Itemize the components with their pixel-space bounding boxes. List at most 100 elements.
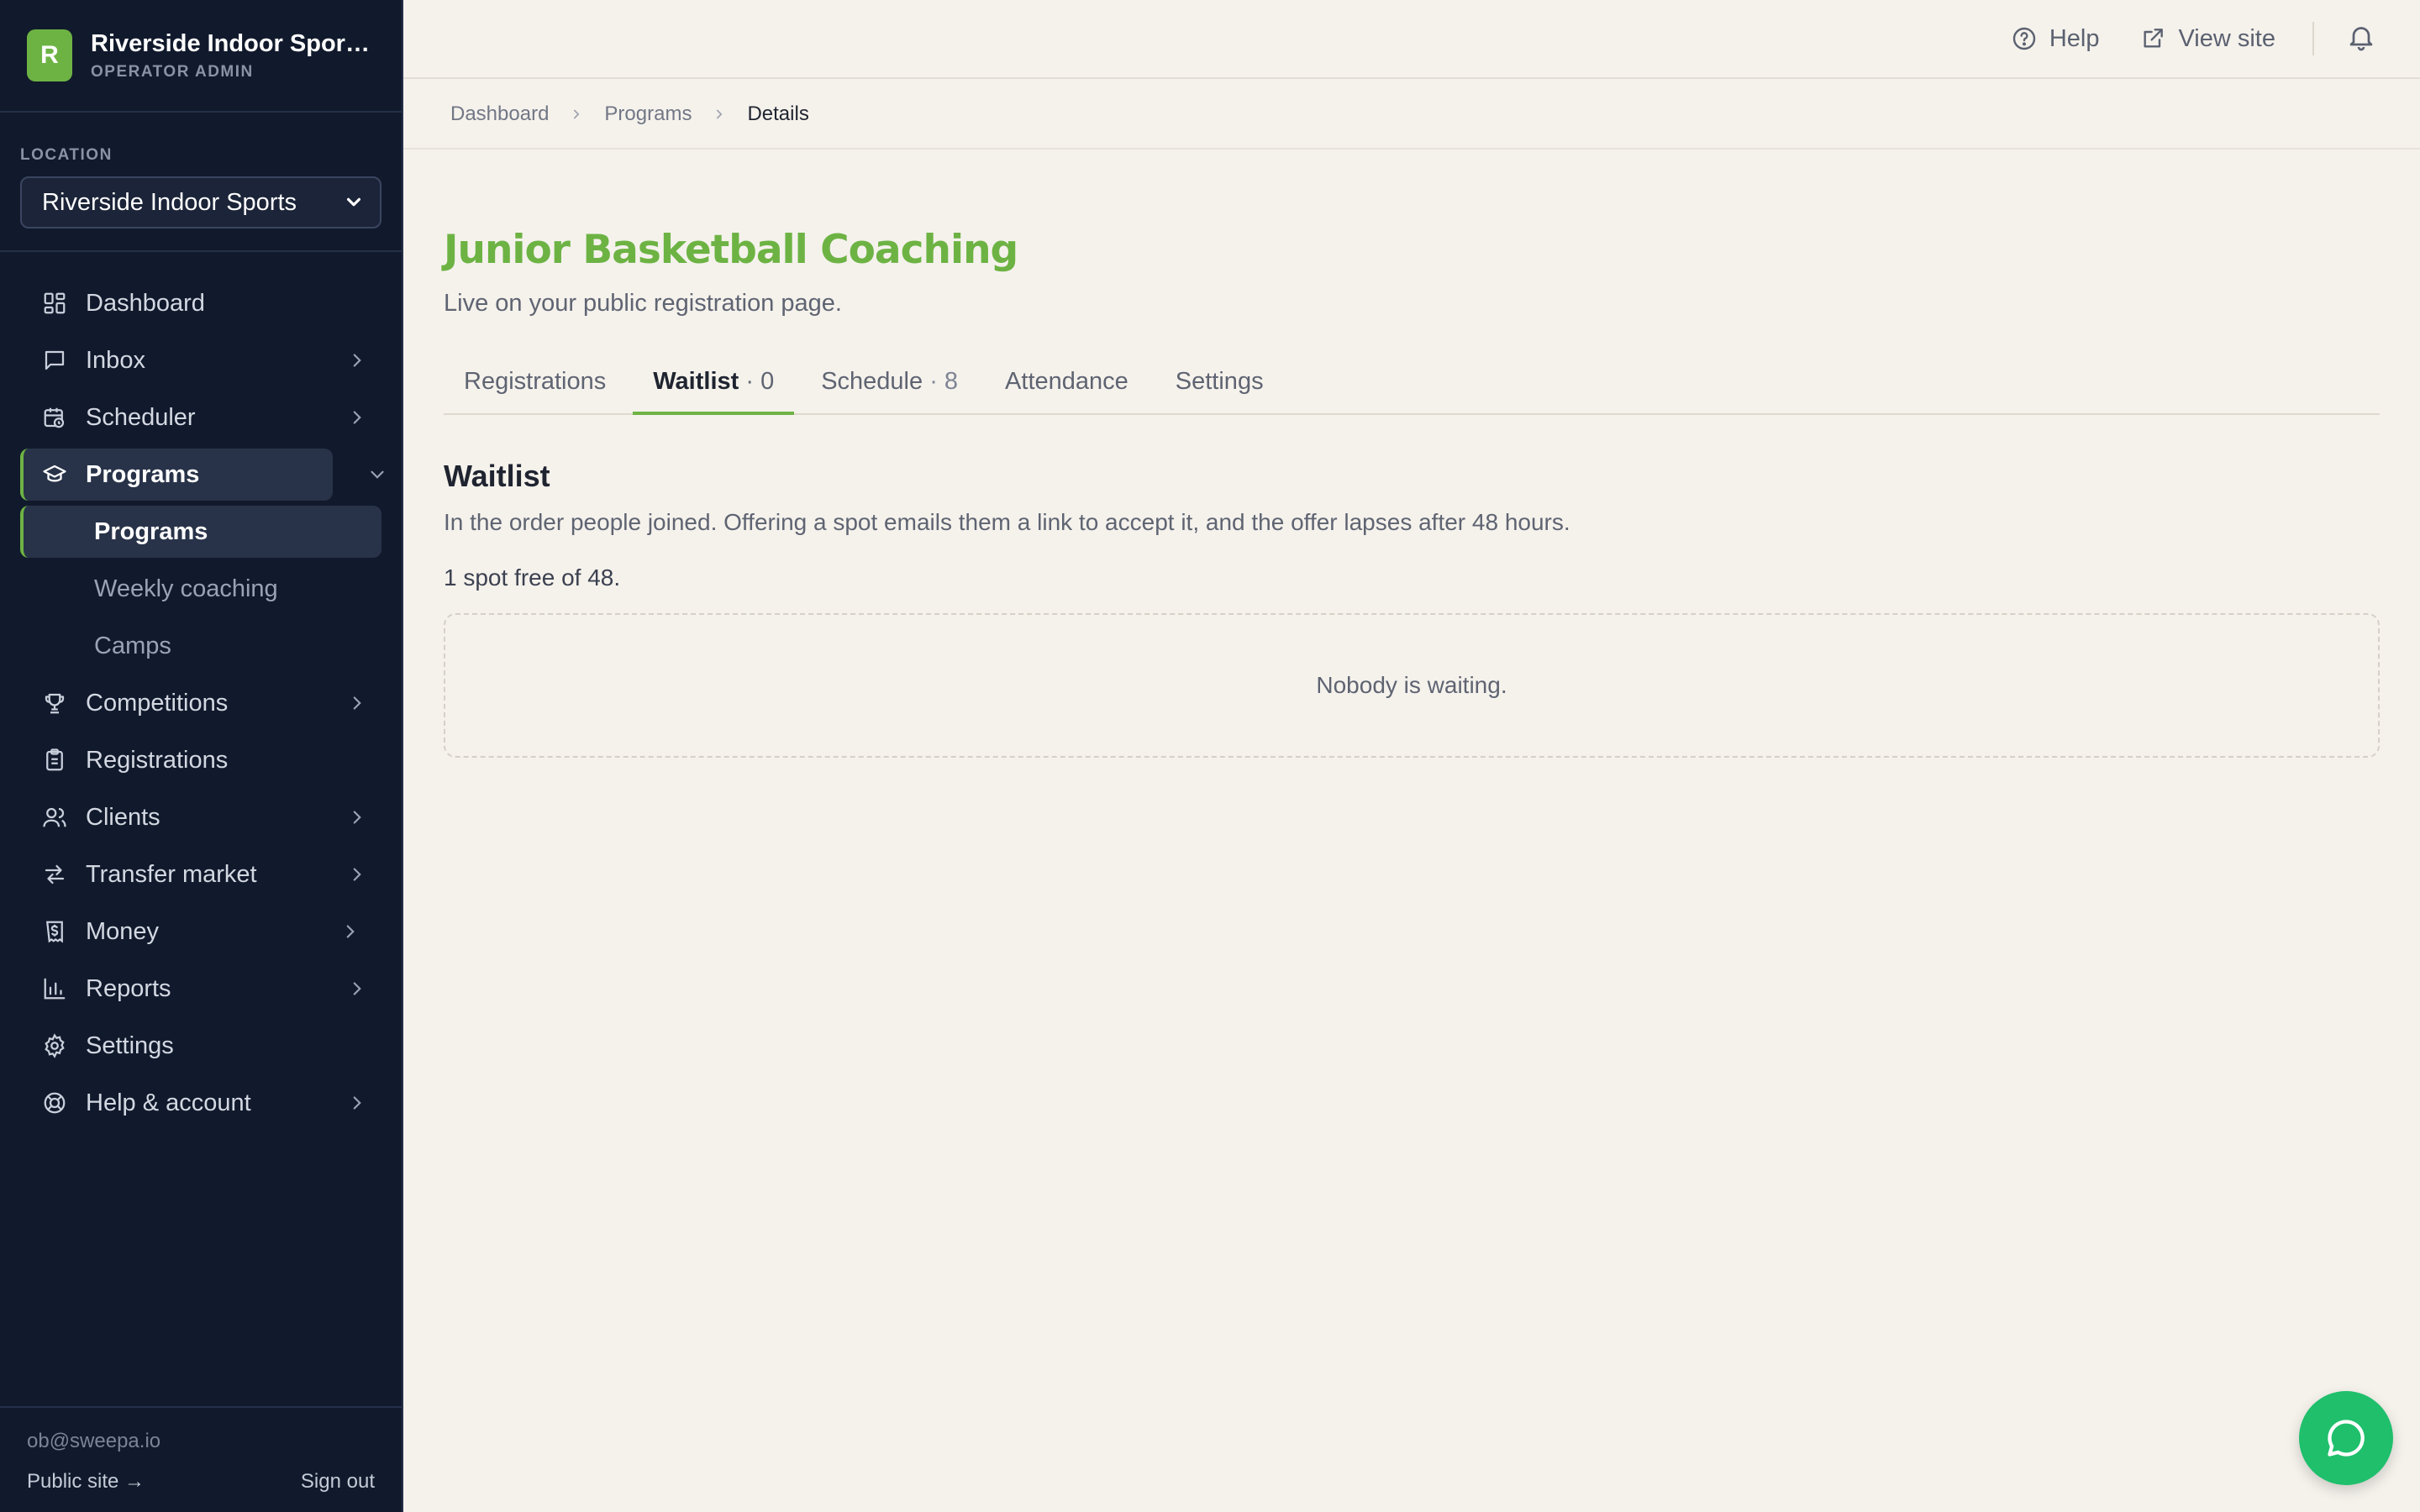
location-select[interactable]: Riverside Indoor Sports [20,176,381,228]
nav-item-money[interactable]: Money [20,906,381,958]
nav-item-reports[interactable]: Reports [20,963,381,1015]
nav-item-help-account[interactable]: Help & account [20,1077,381,1129]
tab-bar: Registrations Waitlist · 0 Schedule · 8 … [444,356,2380,415]
nav-label-inbox: Inbox [86,346,145,374]
chevron-down-icon[interactable] [366,464,388,486]
tab-label: Attendance [1005,368,1128,395]
nav-item-settings[interactable]: Settings [20,1020,381,1072]
tab-registrations[interactable]: Registrations [444,356,626,415]
chat-bubble-icon [2328,1420,2365,1457]
nav-label-registrations: Registrations [86,746,229,774]
trophy-icon [40,689,69,717]
chevron-right-icon [574,109,580,119]
chevron-right-icon [717,109,723,119]
brand-name: Riverside Indoor Sports Centre [91,29,375,57]
page-title: Junior Basketball Coaching [444,227,1018,273]
sub-nav-camps[interactable]: Camps [20,620,381,672]
account-email: ob@sweepa.io [27,1430,161,1452]
nav-item-transfer-market[interactable]: Transfer market [20,848,381,900]
receipt-dollar-icon [40,917,69,946]
chevron-right-icon [353,868,361,881]
waitlist-empty-state: Nobody is waiting. [444,613,2380,758]
nav-label-settings: Settings [86,1032,174,1059]
breadcrumb-programs[interactable]: Programs [604,102,692,126]
public-site-link[interactable]: Public site → [27,1470,145,1494]
gear-icon [40,1032,69,1060]
empty-state-text: Nobody is waiting. [1316,672,1507,698]
arrows-left-right-icon [40,860,69,889]
sub-nav-programs[interactable]: Programs [20,506,381,558]
bar-chart-icon [40,974,69,1003]
life-buoy-icon [40,1089,69,1117]
external-link-icon [2144,29,2164,48]
main-nav: Dashboard Inbox Scheduler Programs Progr… [0,252,402,1129]
nav-label-money: Money [86,917,160,945]
tab-attendance[interactable]: Attendance [985,356,1149,415]
chevron-right-icon [353,354,361,367]
users-icon [40,803,69,832]
brand-logo: R [27,29,72,81]
topbar-divider [2312,22,2314,55]
main-content: Junior Basketball Coaching Live on your … [444,150,2380,758]
tab-count: · 0 [745,368,775,395]
breadcrumb-details: Details [747,102,809,125]
brand-subtitle: OPERATOR ADMIN [91,62,254,81]
view-site-label: View site [2178,24,2275,52]
view-site-link[interactable]: View site [2139,25,2275,53]
brand-header[interactable]: R Riverside Indoor Sports Centre OPERATO… [0,0,402,113]
nav-label-competitions: Competitions [86,689,229,717]
tab-label: Registrations [464,368,607,395]
help-label: Help [2049,24,2100,52]
waitlist-title: Waitlist [444,459,550,493]
nav-label-dashboard: Dashboard [86,289,205,317]
sidebar: R Riverside Indoor Sports Centre OPERATO… [0,0,403,1512]
graduation-cap-icon [40,460,69,489]
chevron-right-icon [353,811,361,824]
nav-label-scheduler: Scheduler [86,403,196,431]
notifications-button[interactable] [2346,22,2376,56]
chevron-right-icon [353,982,361,995]
bell-icon [2349,26,2373,50]
location-section: LOCATION Riverside Indoor Sports [0,113,402,252]
calendar-clock-icon [40,403,69,432]
chevron-right-icon [353,1096,361,1110]
nav-label-transfer-market: Transfer market [86,860,257,888]
chat-launcher-button[interactable] [2299,1391,2393,1485]
page-subtitle: Live on your public registration page. [444,290,842,317]
tab-label: Schedule [821,368,923,395]
nav-item-registrations[interactable]: Registrations [20,734,381,786]
clipboard-list-icon [40,746,69,774]
message-square-icon [40,346,69,375]
top-bar: Help View site [403,0,2420,79]
tab-schedule[interactable]: Schedule · 8 [801,356,978,415]
location-label: LOCATION [20,146,113,164]
nav-item-programs[interactable]: Programs [20,449,384,501]
help-link[interactable]: Help [2011,24,2100,53]
breadcrumb-dashboard[interactable]: Dashboard [450,102,549,126]
location-selected-value: Riverside Indoor Sports [42,188,297,216]
tab-waitlist[interactable]: Waitlist · 0 [633,356,795,415]
sidebar-footer: ob@sweepa.io Public site → Sign out [0,1406,402,1512]
nav-label-help-account: Help & account [86,1089,251,1116]
tab-label: Waitlist [653,368,739,395]
tab-settings[interactable]: Settings [1155,356,1284,415]
tab-count: · 8 [929,368,959,395]
chevron-right-icon [353,696,361,710]
nav-item-inbox[interactable]: Inbox [20,334,381,386]
nav-item-dashboard[interactable]: Dashboard [20,277,381,329]
waitlist-description: In the order people joined. Offering a s… [444,509,1570,535]
breadcrumb: Dashboard Programs Details [403,81,2420,150]
nav-item-competitions[interactable]: Competitions [20,677,381,729]
nav-item-clients[interactable]: Clients [20,791,381,843]
chevron-right-icon [353,411,361,424]
nav-item-scheduler[interactable]: Scheduler [20,391,381,444]
nav-label-reports: Reports [86,974,171,1002]
chevron-down-icon [346,197,361,207]
sub-nav-weekly-coaching[interactable]: Weekly coaching [20,563,381,615]
help-circle-icon [2012,27,2036,50]
dashboard-icon [40,289,69,318]
sign-out-link[interactable]: Sign out [301,1470,375,1494]
spots-summary: 1 spot free of 48. [444,564,621,591]
chevron-right-icon [346,925,355,938]
nav-label-programs: Programs [86,460,200,488]
